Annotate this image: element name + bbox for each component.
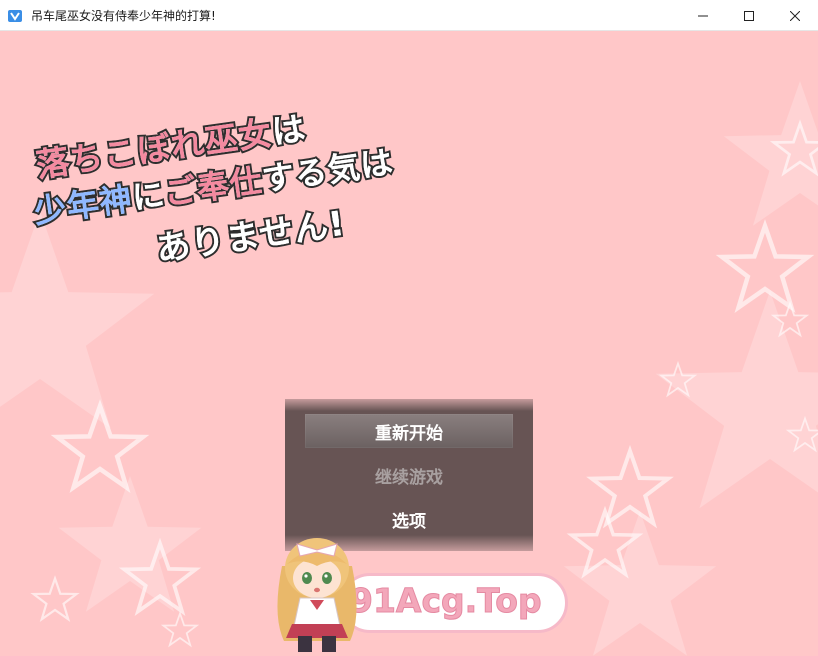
watermark-text: 91Acg.Top [350, 581, 543, 621]
window-titlebar[interactable]: 吊车尾巫女没有侍奉少年神的打算! [0, 0, 818, 31]
close-icon [790, 10, 800, 21]
close-button[interactable] [772, 0, 818, 31]
minimize-button[interactable] [680, 0, 726, 31]
game-title-screen[interactable]: 落ちこぼれ巫女は 少年神にご奉仕する気は ありません! 重新开始 继续游戏 选项… [0, 31, 818, 656]
minimize-icon [698, 15, 708, 16]
watermark: 91Acg.Top [262, 506, 572, 656]
menu-item-new-game[interactable]: 重新开始 [305, 414, 513, 448]
window-title: 吊车尾巫女没有侍奉少年神的打算! [31, 9, 216, 23]
maximize-icon [744, 10, 754, 21]
game-logo: 落ちこぼれ巫女は 少年神にご奉仕する気は ありません! [20, 94, 400, 284]
mascot-character [277, 538, 357, 652]
maximize-button[interactable] [726, 0, 772, 31]
menu-item-continue[interactable]: 继续游戏 [305, 458, 513, 492]
game-app-icon [8, 10, 22, 22]
